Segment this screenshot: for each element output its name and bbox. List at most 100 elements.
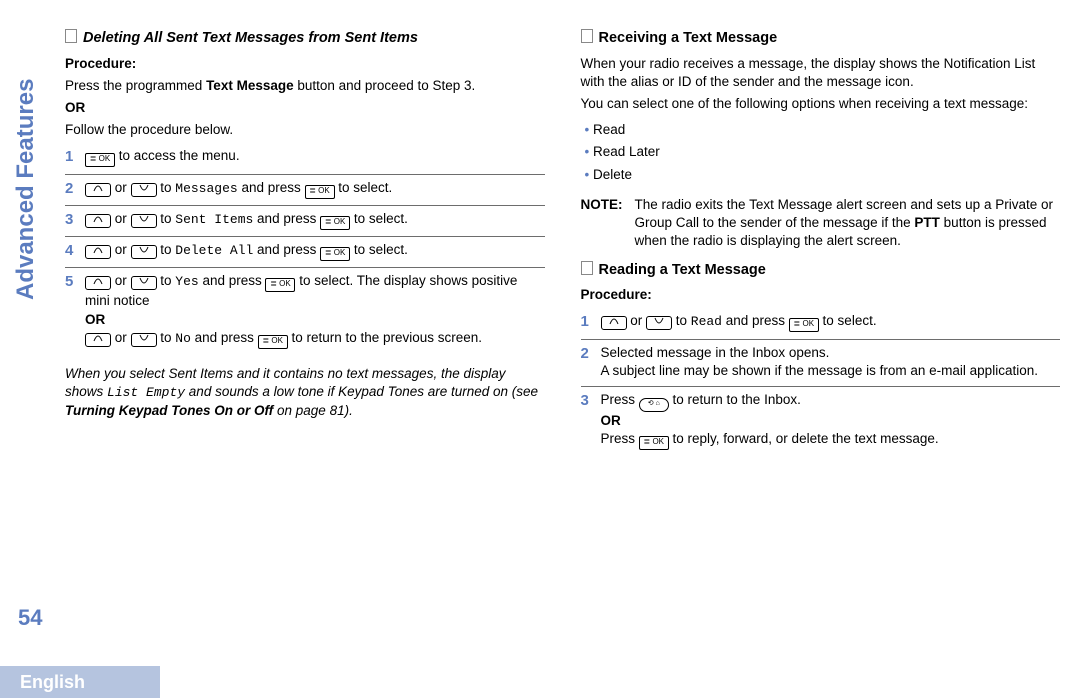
right-column: Receiving a Text Message When your radio… bbox=[581, 25, 1061, 638]
right-para-1: When your radio receives a message, the … bbox=[581, 55, 1061, 91]
intro1b: button and proceed to Step 3. bbox=[294, 78, 476, 93]
right-para-2: You can select one of the following opti… bbox=[581, 95, 1061, 113]
left-steps: 1 ≣ OK to access the menu. 2 or to Messa… bbox=[65, 143, 545, 354]
manual-page: Advanced Features 54 English Deleting Al… bbox=[0, 0, 1080, 698]
t: and press bbox=[253, 211, 320, 226]
ok-key-icon: ≣ OK bbox=[320, 247, 350, 261]
t: Press bbox=[601, 431, 639, 446]
option-read-later: Read Later bbox=[585, 141, 1061, 163]
up-key-icon bbox=[85, 245, 111, 259]
document-icon bbox=[65, 29, 77, 43]
note-block: NOTE: The radio exits the Text Message a… bbox=[581, 196, 1061, 251]
ok-key-icon: ≣ OK bbox=[639, 436, 669, 450]
step-body: or to Sent Items and press ≣ OK to selec… bbox=[85, 210, 545, 230]
t: and press bbox=[253, 242, 320, 257]
right-heading-2: Reading a Text Message bbox=[581, 261, 1061, 281]
footer-language-bar: English bbox=[0, 666, 160, 698]
t: to return to the previous screen. bbox=[288, 330, 482, 345]
t: or bbox=[111, 180, 131, 195]
ok-key-icon: ≣ OK bbox=[258, 335, 288, 349]
t: or bbox=[111, 211, 131, 226]
down-key-icon bbox=[131, 183, 157, 197]
t: and press bbox=[722, 313, 789, 328]
section-label-text: Advanced Features bbox=[12, 79, 39, 300]
step1-text: to access the menu. bbox=[115, 148, 240, 163]
note-bold: Turning Keypad Tones On or Off bbox=[65, 403, 273, 418]
menu-target: No bbox=[175, 331, 191, 346]
r-step-3: 3 Press ⟲ ⌂ to return to the Inbox. OR P… bbox=[581, 387, 1061, 456]
note-body: The radio exits the Text Message alert s… bbox=[635, 196, 1061, 251]
step-number: 1 bbox=[581, 312, 601, 332]
step-body: or to Yes and press ≣ OK to select. The … bbox=[85, 272, 545, 348]
ok-key-icon: ≣ OK bbox=[789, 318, 819, 332]
left-heading-text: Deleting All Sent Text Messages from Sen… bbox=[83, 30, 418, 46]
procedure-label: Procedure: bbox=[65, 55, 545, 73]
or-separator: OR bbox=[601, 412, 1061, 430]
t: to bbox=[157, 211, 176, 226]
option-delete: Delete bbox=[585, 164, 1061, 186]
footer-language-text: English bbox=[20, 672, 85, 693]
t: to select. bbox=[350, 211, 408, 226]
page-number: 54 bbox=[18, 605, 42, 631]
step-body: ≣ OK to access the menu. bbox=[85, 147, 545, 167]
r-step-1: 1 or to Read and press ≣ OK to select. bbox=[581, 308, 1061, 339]
right-heading-1-text: Receiving a Text Message bbox=[599, 30, 778, 46]
t: and press bbox=[191, 330, 258, 345]
option-list: Read Read Later Delete bbox=[581, 119, 1061, 186]
step-4: 4 or to Delete All and press ≣ OK to sel… bbox=[65, 237, 545, 268]
step-2: 2 or to Messages and press ≣ OK to selec… bbox=[65, 175, 545, 206]
down-key-icon bbox=[131, 214, 157, 228]
left-heading: Deleting All Sent Text Messages from Sen… bbox=[65, 29, 545, 49]
step-number: 4 bbox=[65, 241, 85, 261]
step-body: or to Delete All and press ≣ OK to selec… bbox=[85, 241, 545, 261]
menu-target: Yes bbox=[175, 274, 198, 289]
note-c: on page 81). bbox=[273, 403, 353, 418]
step-body: Press ⟲ ⌂ to return to the Inbox. OR Pre… bbox=[601, 391, 1061, 450]
ok-key-icon: ≣ OK bbox=[305, 185, 335, 199]
menu-target: Messages bbox=[175, 181, 237, 196]
r-step-2: 2 Selected message in the Inbox opens. A… bbox=[581, 340, 1061, 387]
t: to bbox=[672, 313, 691, 328]
menu-target: Read bbox=[691, 314, 722, 329]
document-icon bbox=[581, 29, 593, 43]
intro-paragraph-1: Press the programmed Text Message button… bbox=[65, 77, 545, 95]
right-heading-2-text: Reading a Text Message bbox=[599, 262, 766, 278]
up-key-icon bbox=[85, 276, 111, 290]
back-key-icon: ⟲ ⌂ bbox=[639, 398, 669, 412]
t: to select. bbox=[335, 180, 393, 195]
down-key-icon bbox=[131, 245, 157, 259]
menu-target: Sent Items bbox=[175, 212, 253, 227]
intro1-bold: Text Message bbox=[206, 78, 294, 93]
up-key-icon bbox=[85, 214, 111, 228]
t: or bbox=[111, 273, 131, 288]
empty-list-note: When you select Sent Items and it contai… bbox=[65, 365, 545, 420]
step-3: 3 or to Sent Items and press ≣ OK to sel… bbox=[65, 206, 545, 237]
step-number: 5 bbox=[65, 272, 85, 348]
right-steps: 1 or to Read and press ≣ OK to select. 2… bbox=[581, 308, 1061, 456]
t: Press bbox=[601, 392, 639, 407]
up-key-icon bbox=[85, 333, 111, 347]
down-key-icon bbox=[646, 316, 672, 330]
intro-paragraph-2: Follow the procedure below. bbox=[65, 121, 545, 139]
ok-key-icon: ≣ OK bbox=[85, 153, 115, 167]
step-number: 3 bbox=[581, 391, 601, 450]
right-heading-1: Receiving a Text Message bbox=[581, 29, 1061, 49]
t: or bbox=[627, 313, 647, 328]
document-icon bbox=[581, 261, 593, 275]
step-body: or to Read and press ≣ OK to select. bbox=[601, 312, 1061, 332]
step-number: 1 bbox=[65, 147, 85, 167]
ok-key-icon: ≣ OK bbox=[265, 278, 295, 292]
r-step2a: Selected message in the Inbox opens. bbox=[601, 344, 1061, 362]
t: or bbox=[111, 330, 131, 345]
step-1: 1 ≣ OK to access the menu. bbox=[65, 143, 545, 174]
note-label: NOTE: bbox=[581, 196, 635, 251]
procedure-label: Procedure: bbox=[581, 286, 1061, 304]
t: and press bbox=[238, 180, 305, 195]
t: to select. bbox=[819, 313, 877, 328]
t: to select. bbox=[350, 242, 408, 257]
r-step2b: A subject line may be shown if the messa… bbox=[601, 362, 1061, 380]
t: to return to the Inbox. bbox=[669, 392, 801, 407]
or-separator: OR bbox=[65, 99, 545, 117]
option-read: Read bbox=[585, 119, 1061, 141]
t: to reply, forward, or delete the text me… bbox=[669, 431, 939, 446]
